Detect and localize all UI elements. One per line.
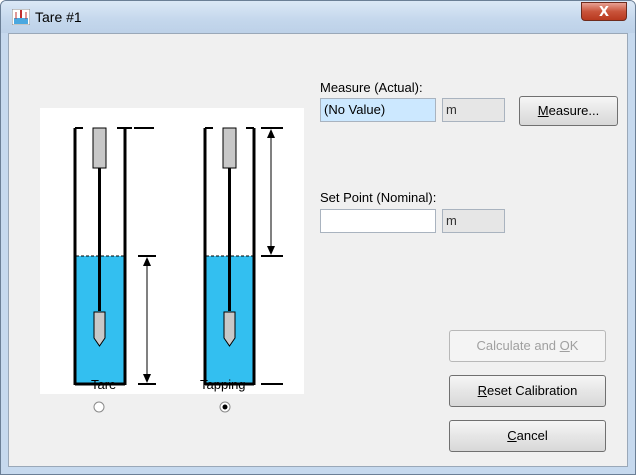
close-button[interactable]: X [581, 2, 627, 21]
tare-probe-sensor [93, 311, 106, 347]
tare-column-diagram [73, 127, 156, 386]
dialog-body: Tare Tapping Measure (Actual): (No Value… [8, 33, 628, 467]
tapping-probe-sensor [223, 311, 236, 347]
tare-radio[interactable] [93, 401, 105, 413]
tare-probe-head [92, 127, 107, 169]
tare-diagram-panel [40, 108, 304, 394]
setpoint-value-field[interactable] [320, 209, 436, 233]
title-bar[interactable]: Tare #1 X [1, 1, 635, 33]
calculate-and-ok-button[interactable]: Calculate and OK [449, 330, 606, 362]
tare-mode-label: Tare [91, 377, 117, 392]
reset-calibration-button[interactable]: Reset Calibration [449, 375, 606, 407]
measure-label: Measure (Actual): [320, 80, 423, 95]
tare-diagram [73, 127, 283, 386]
measure-unit-field: m [442, 98, 505, 122]
dialog-window: Tare #1 X Tare Tapping Measure (Actual):… [0, 0, 636, 475]
tapping-column-diagram [203, 127, 283, 386]
tapping-mode-label: Tapping [200, 377, 246, 392]
tapping-radio[interactable] [219, 401, 231, 413]
measure-value-field[interactable]: (No Value) [320, 98, 436, 122]
radio-selected-dot [222, 404, 228, 410]
app-icon [12, 9, 30, 25]
window-title: Tare #1 [35, 9, 82, 25]
setpoint-unit-field: m [442, 209, 505, 233]
setpoint-label: Set Point (Nominal): [320, 190, 437, 205]
tapping-probe-head [222, 127, 237, 169]
cancel-button[interactable]: Cancel [449, 420, 606, 452]
measure-button[interactable]: Measure... [519, 96, 618, 126]
close-icon: X [598, 5, 610, 20]
radio-icon [93, 401, 105, 413]
